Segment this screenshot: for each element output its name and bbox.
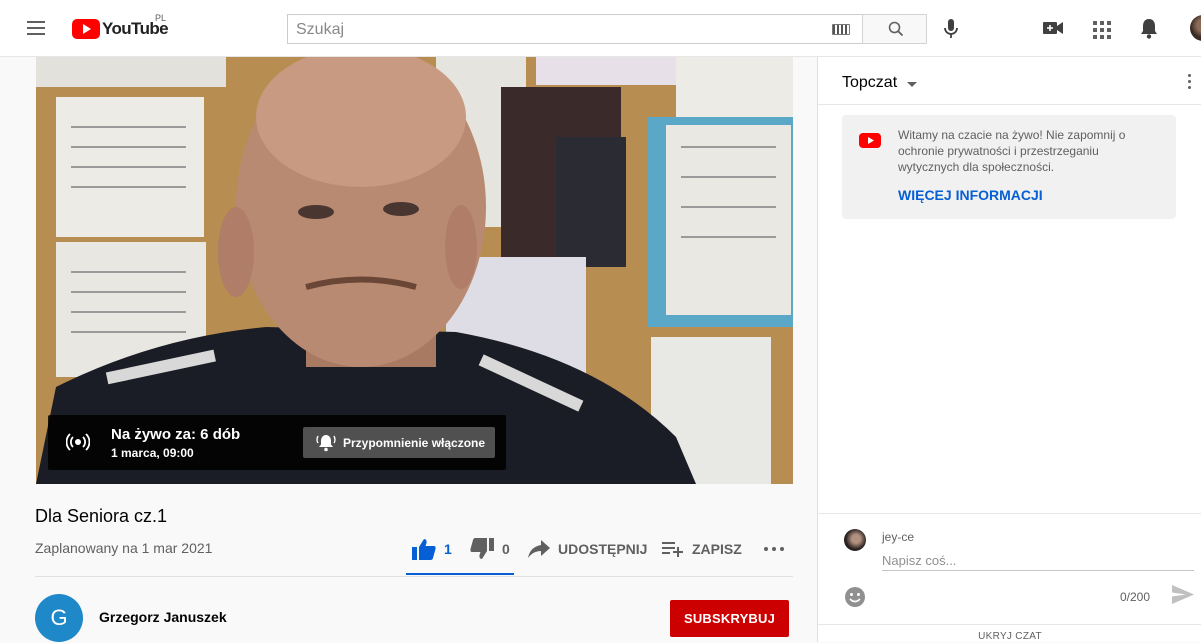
keyboard-icon[interactable] [832, 24, 850, 35]
chat-more-icon[interactable] [1188, 74, 1192, 92]
dislike-count: 0 [502, 541, 510, 557]
youtube-logo[interactable]: YouTube PL [72, 13, 169, 40]
chat-header: Topczat [818, 57, 1201, 105]
live-countdown: Na żywo za: 6 dób [111, 426, 241, 443]
emoji-icon[interactable] [844, 586, 866, 608]
save-label: ZAPISZ [692, 541, 742, 557]
save-button[interactable]: ZAPISZ [662, 528, 742, 570]
search-icon [888, 21, 904, 37]
chat-username: jey-ce [882, 530, 915, 544]
dropdown-caret-icon[interactable] [907, 82, 917, 87]
video-title: Dla Seniora cz.1 [35, 506, 168, 526]
hamburger-menu-icon[interactable] [24, 16, 48, 40]
youtube-icon [859, 133, 881, 148]
like-count: 1 [444, 541, 452, 557]
apps-grid-icon[interactable] [1093, 21, 1111, 39]
notifications-bell-icon[interactable] [1140, 18, 1158, 39]
live-start-date: 1 marca, 09:00 [111, 446, 194, 460]
account-avatar[interactable] [1190, 15, 1201, 41]
scheduled-date: Zaplanowany na 1 mar 2021 [35, 540, 213, 556]
reminder-button[interactable]: Przypomnienie włączone [303, 427, 495, 458]
thumbs-down-icon [470, 538, 494, 559]
microphone-icon[interactable] [943, 18, 959, 40]
more-info-link[interactable]: WIĘCEJ INFORMACJI [898, 187, 1043, 203]
subscribe-button[interactable]: SUBSKRYBUJ [670, 600, 789, 637]
chat-message-input[interactable] [882, 550, 1194, 571]
more-actions-button[interactable] [764, 528, 792, 570]
chat-mode-dropdown[interactable]: Topczat [842, 74, 897, 92]
character-count: 0/200 [1120, 590, 1151, 604]
video-player[interactable]: Na żywo za: 6 dób 1 marca, 09:00 Przypom… [36, 57, 793, 484]
bell-ringing-icon [316, 435, 336, 452]
like-ratio-bar [406, 573, 514, 575]
country-code: PL [155, 13, 167, 23]
more-horizontal-icon [764, 547, 784, 551]
live-broadcast-icon [66, 433, 90, 451]
search-input[interactable] [294, 19, 818, 41]
create-video-icon[interactable] [1043, 21, 1063, 35]
like-button[interactable]: 1 [412, 528, 452, 570]
upcoming-live-overlay: Na żywo za: 6 dób 1 marca, 09:00 Przypom… [48, 415, 506, 470]
reminder-label: Przypomnienie włączone [343, 436, 486, 450]
live-chat-panel: Topczat Witamy na czacie na żywo! Nie za… [817, 57, 1201, 642]
hide-chat-button[interactable]: UKRYJ CZAT [818, 624, 1201, 643]
youtube-play-icon [72, 19, 100, 39]
user-avatar [844, 529, 866, 551]
chat-welcome-notice: Witamy na czacie na żywo! Nie zapomnij o… [842, 115, 1176, 219]
top-bar: YouTube PL [0, 0, 1201, 57]
search-button[interactable] [862, 14, 927, 44]
share-label: UDOSTĘPNIJ [558, 541, 648, 557]
thumbs-up-icon [412, 539, 436, 560]
chat-input-area: jey-ce 0/200 UKRYJ CZAT [818, 513, 1201, 642]
dislike-button[interactable]: 0 [470, 528, 510, 570]
playlist-add-icon [662, 542, 683, 557]
share-arrow-icon [528, 540, 550, 558]
search-box [287, 14, 863, 44]
share-button[interactable]: UDOSTĘPNIJ [528, 528, 647, 570]
divider [35, 576, 793, 577]
send-icon[interactable] [1172, 585, 1194, 604]
welcome-message: Witamy na czacie na żywo! Nie zapomnij o… [898, 128, 1126, 174]
channel-avatar[interactable]: G [35, 594, 83, 642]
channel-name[interactable]: Grzegorz Januszek [99, 609, 227, 625]
